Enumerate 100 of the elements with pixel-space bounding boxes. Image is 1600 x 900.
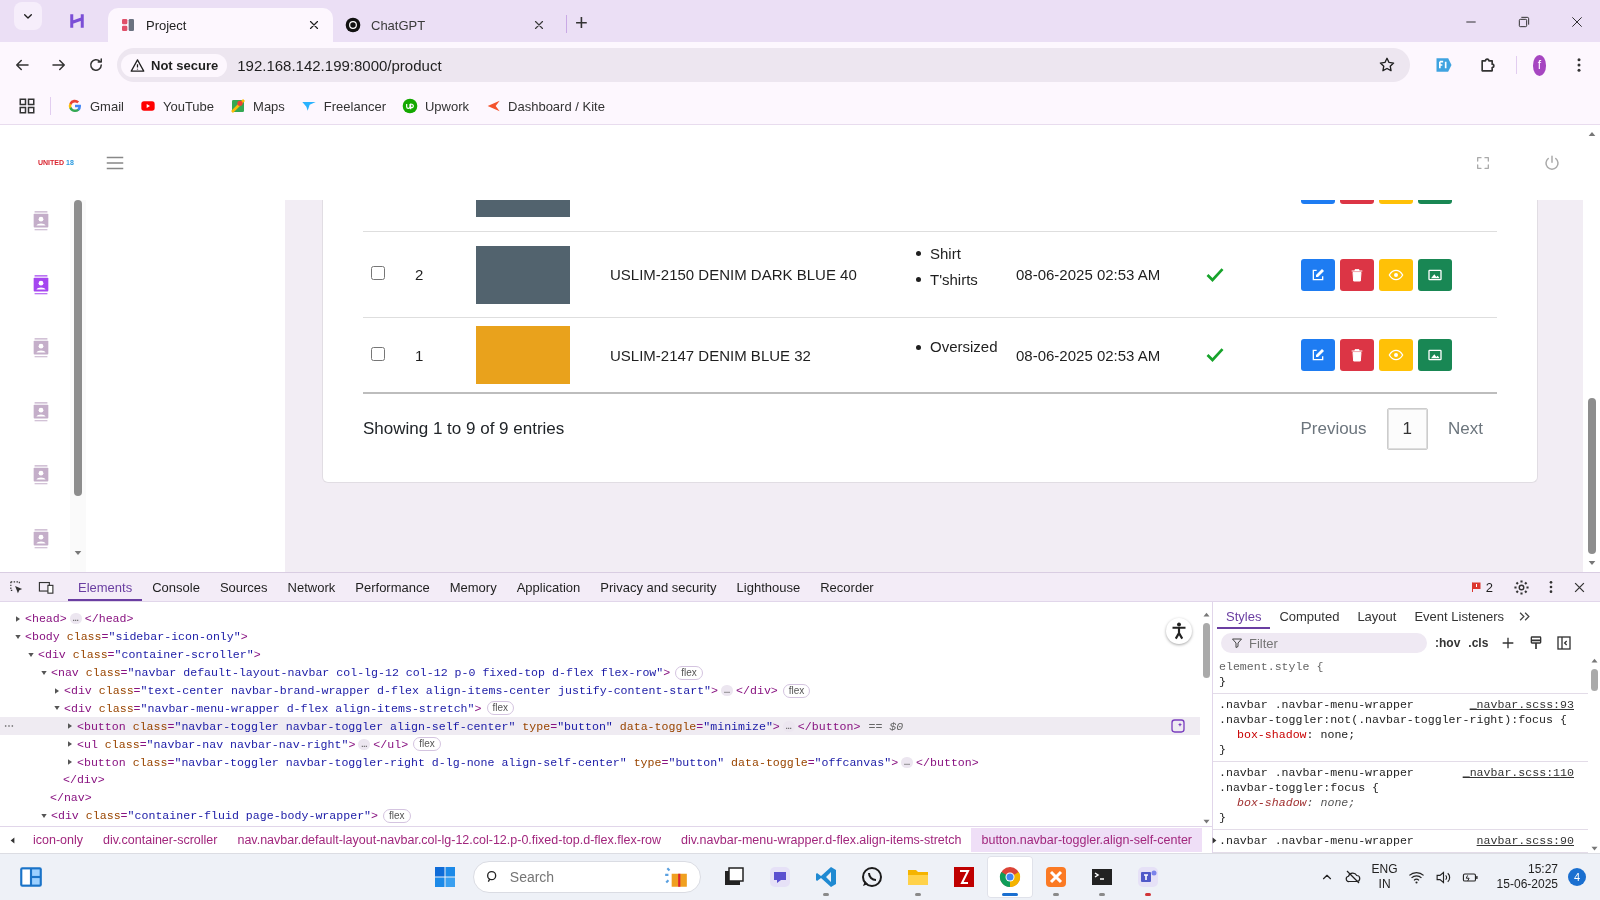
disclosure-triangle-icon[interactable] <box>14 632 22 641</box>
devtools-tab[interactable]: Memory <box>439 573 507 601</box>
browser-tab[interactable]: Project <box>108 8 333 42</box>
scrollbar-thumb[interactable] <box>1590 669 1598 691</box>
row-checkbox[interactable] <box>371 266 385 280</box>
dom-tree-row[interactable]: <div class="container-scroller"> <box>0 645 1200 664</box>
bookmark-link[interactable]: Upwork <box>402 98 470 114</box>
restore-icon[interactable] <box>1516 14 1532 30</box>
accessibility-icon[interactable] <box>1166 618 1192 644</box>
notification-badge[interactable]: 4 <box>1568 868 1586 886</box>
disclosure-triangle-icon[interactable] <box>14 614 22 623</box>
close-icon[interactable] <box>1569 14 1585 30</box>
pagination-link[interactable]: Next <box>1448 409 1483 449</box>
reload-icon[interactable] <box>87 56 105 74</box>
dom-tree-row[interactable]: <nav class="navbar default-layout-navbar col-lg-12 col-12 p-0 fixed-top d-flex flex-row"> flex <box>0 663 1200 682</box>
action-button[interactable] <box>1340 339 1374 371</box>
scrollbar-thumb[interactable] <box>1587 398 1596 554</box>
ftp-client-icon[interactable] <box>951 865 976 889</box>
dom-tree-row[interactable]: <div class="text-center navbar-brand-wrapper d-flex align-items-center justify-content-start"> … </div> flex <box>0 681 1200 700</box>
devtools-tab[interactable]: Privacy and security <box>590 573 727 601</box>
styles-pane-tab[interactable]: Computed <box>1270 603 1349 629</box>
dom-tree-row[interactable]: <button class="navbar-toggler navbar-toggler-right d-lg-none align-self-center" type="button" data-toggle="offcanvas"> … </button> <box>0 753 1200 771</box>
language-indicator[interactable]: ENG IN <box>1371 862 1398 892</box>
disclosure-triangle-icon[interactable] <box>66 722 74 731</box>
apps-grid-icon[interactable] <box>18 97 36 115</box>
chrome-icon[interactable] <box>997 865 1022 889</box>
collapsed-content-pill[interactable]: … <box>358 738 371 750</box>
widgets-icon[interactable] <box>18 864 44 890</box>
styles-pane-tab[interactable]: Event Listeners <box>1405 603 1514 629</box>
devtools-tab[interactable]: Performance <box>345 573 440 601</box>
disclosure-triangle-icon[interactable] <box>66 758 74 767</box>
scrollbar[interactable] <box>70 200 86 572</box>
security-chip[interactable]: Not secure <box>121 53 228 77</box>
settings-icon[interactable] <box>1513 578 1530 596</box>
collapsed-content-pill[interactable]: … <box>69 613 82 625</box>
css-declaration[interactable]: box-shadow: none; <box>1219 795 1574 810</box>
devtools-tab[interactable]: Sources <box>209 573 278 601</box>
scrollbar-thumb[interactable] <box>74 200 82 496</box>
breadcrumb-item[interactable]: div.container-scroller <box>93 828 228 852</box>
class-toggle[interactable]: .cls <box>1468 636 1489 650</box>
source-link[interactable]: _navbar.scss:93 <box>1469 697 1574 712</box>
app-logo-icon[interactable] <box>68 12 86 30</box>
server-panel-icon[interactable] <box>1043 865 1068 889</box>
bookmark-link[interactable]: Maps <box>230 98 285 114</box>
breadcrumb-item[interactable]: div.navbar-menu-wrapper.d-flex.align-items-stretch <box>671 828 972 852</box>
address-bar[interactable]: Not secure 192.168.142.199:8000/product <box>117 48 1410 82</box>
search-field[interactable]: Search <box>472 861 701 893</box>
filter-field[interactable]: Filter <box>1221 633 1427 653</box>
devtools-tab[interactable]: Network <box>277 573 346 601</box>
scroll-up-icon[interactable] <box>1589 656 1599 665</box>
close-icon[interactable] <box>307 18 321 32</box>
collapsed-content-pill[interactable]: … <box>782 720 795 732</box>
hover-state-toggle[interactable]: :hov <box>1435 636 1461 650</box>
scroll-left-icon[interactable] <box>8 835 17 845</box>
windows-logo-icon[interactable] <box>432 865 457 889</box>
bookmark-link[interactable]: YouTube <box>139 98 215 114</box>
disclosure-triangle-icon[interactable] <box>40 811 48 820</box>
action-button[interactable] <box>1418 258 1452 291</box>
devtools-tab[interactable]: Application <box>506 573 591 601</box>
action-button[interactable] <box>1301 258 1335 291</box>
dom-tree-row[interactable]: <ul class="navbar-nav navbar-nav-right"> … </ul> flex <box>0 735 1200 754</box>
collapsed-content-pill[interactable]: … <box>901 756 914 768</box>
devtools-tab[interactable]: Elements <box>68 573 143 601</box>
devtools-tab[interactable]: Console <box>142 573 210 601</box>
pagination-link[interactable]: Previous <box>1300 409 1367 449</box>
chat-icon[interactable] <box>767 865 792 889</box>
phone-bubble-icon[interactable] <box>859 865 884 889</box>
styles-pane-tab[interactable]: Layout <box>1348 603 1406 629</box>
dom-tree-row[interactable]: <body class="sidebar-icon-only"> <box>0 627 1200 646</box>
cloud-off-icon[interactable] <box>1343 868 1362 886</box>
scrollbar-thumb[interactable] <box>1202 623 1210 678</box>
css-declaration[interactable]: box-shadow: none; <box>1219 727 1574 742</box>
profile-avatar[interactable]: f <box>1532 54 1546 76</box>
close-icon[interactable] <box>532 18 546 32</box>
disclosure-triangle-icon[interactable] <box>66 740 74 749</box>
new-tab-button[interactable]: + <box>575 10 588 36</box>
breadcrumb-item[interactable]: nav.navbar.default-layout-navbar.col-lg-12.col-12.p-0.fixed-top.d-flex.flex-row <box>227 828 672 852</box>
browser-tab[interactable]: ChatGPT <box>333 8 558 42</box>
code-editor-icon[interactable] <box>813 865 838 889</box>
bookmark-link[interactable]: Freelancer <box>300 98 386 114</box>
bookmark-link[interactable]: Gmail <box>67 98 124 114</box>
team-chat-icon[interactable] <box>1135 865 1160 889</box>
disclosure-triangle-icon[interactable] <box>53 686 61 695</box>
page-number-button[interactable]: 1 <box>1386 408 1429 450</box>
breadcrumb-item[interactable]: button.navbar-toggler.align-self-center <box>971 828 1203 852</box>
issues-counter[interactable]: 2 <box>1470 579 1493 595</box>
disclosure-triangle-icon[interactable] <box>27 650 35 659</box>
action-button[interactable] <box>1301 339 1335 371</box>
action-button[interactable] <box>1418 339 1452 371</box>
puzzle-icon[interactable] <box>1478 55 1498 75</box>
ai-sparkle-icon[interactable] <box>1170 718 1186 735</box>
bookmark-star-icon[interactable] <box>1378 56 1396 74</box>
bookmark-link[interactable]: Dashboard / Kite <box>485 98 605 114</box>
sidebar-toggle-icon[interactable] <box>1556 635 1573 651</box>
row-checkbox[interactable] <box>371 346 385 361</box>
extension-badge-icon[interactable] <box>1434 55 1454 75</box>
source-link[interactable]: navbar.scss:90 <box>1476 833 1574 848</box>
chevron-down-icon[interactable] <box>14 2 42 30</box>
dom-tree-row[interactable]: <head> … </head> <box>0 610 1200 628</box>
scroll-up-icon[interactable] <box>1201 610 1211 619</box>
